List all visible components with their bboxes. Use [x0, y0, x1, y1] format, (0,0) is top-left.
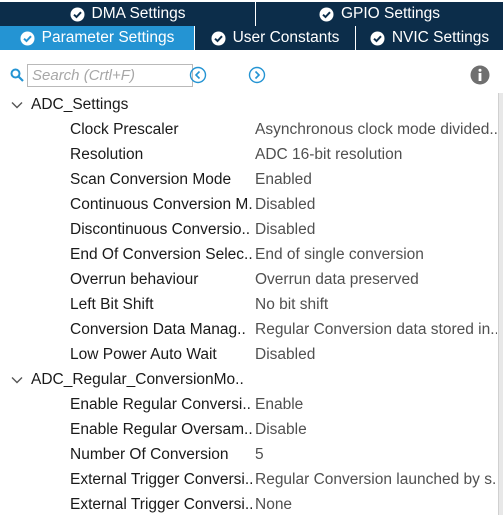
- param-row[interactable]: End Of Conversion Selec.. End of single …: [0, 243, 498, 268]
- param-name: Clock Prescaler: [70, 121, 179, 138]
- group-label: ADC_Settings: [31, 96, 129, 113]
- param-row[interactable]: Number Of Conversion 5: [0, 443, 498, 468]
- param-row[interactable]: Resolution ADC 16-bit resolution: [0, 143, 498, 168]
- tab-label: NVIC Settings: [391, 29, 490, 46]
- param-name: External Trigger Conversi..: [70, 496, 254, 513]
- param-name: Number Of Conversion: [70, 446, 229, 463]
- tab-label: GPIO Settings: [340, 5, 441, 22]
- param-row[interactable]: External Trigger Conversi.. None: [0, 493, 498, 515]
- param-row[interactable]: Low Power Auto Wait Disabled: [0, 343, 498, 368]
- param-name: Discontinuous Conversio..: [70, 221, 251, 238]
- param-name: Overrun behaviour: [70, 271, 199, 288]
- param-value: Disabled: [255, 196, 316, 213]
- param-name: Low Power Auto Wait: [70, 346, 217, 363]
- param-name: Enable Regular Oversam..: [70, 421, 253, 438]
- param-name: Resolution: [70, 146, 144, 163]
- param-value: ADC 16-bit resolution: [255, 146, 403, 163]
- check-circle-icon: [211, 31, 226, 46]
- param-row[interactable]: Enable Regular Conversi.. Enable: [0, 393, 498, 418]
- param-row[interactable]: Left Bit Shift No bit shift: [0, 293, 498, 318]
- param-value: Enable: [255, 396, 304, 413]
- param-name: End Of Conversion Selec..: [70, 246, 253, 263]
- tab-dma-settings[interactable]: DMA Settings: [0, 2, 256, 26]
- chevron-right-circle-icon[interactable]: [248, 66, 266, 84]
- group-row-adc-regular-conversion-mode[interactable]: ADC_Regular_ConversionMo..: [0, 368, 498, 393]
- check-circle-icon: [20, 31, 35, 46]
- check-circle-icon: [70, 7, 85, 22]
- param-value: Regular Conversion launched by s..: [255, 471, 497, 488]
- param-row[interactable]: Overrun behaviour Overrun data preserved: [0, 268, 498, 293]
- param-value: End of single conversion: [255, 246, 424, 263]
- search-icon: [10, 68, 24, 82]
- chevron-left-circle-icon[interactable]: [189, 66, 207, 84]
- param-name: Continuous Conversion M..: [70, 196, 254, 213]
- tab-label: DMA Settings: [91, 5, 186, 22]
- tab-label: User Constants: [232, 29, 340, 46]
- param-value: Disable: [255, 421, 307, 438]
- tab-user-constants[interactable]: User Constants: [195, 26, 356, 50]
- param-row[interactable]: Continuous Conversion M.. Disabled: [0, 193, 498, 218]
- search-input[interactable]: [27, 64, 193, 87]
- chevron-down-icon[interactable]: [10, 98, 24, 112]
- info-icon[interactable]: [470, 65, 490, 85]
- tab-gpio-settings[interactable]: GPIO Settings: [256, 2, 503, 26]
- param-name: Enable Regular Conversi..: [70, 396, 251, 413]
- param-value: Enabled: [255, 171, 312, 188]
- parameter-tree: ADC_Settings Clock Prescaler Asynchronou…: [0, 93, 498, 515]
- tab-row-bottom: Parameter Settings User Constants NVIC S…: [0, 26, 503, 50]
- parameter-configuration-panel: DMA Settings GPIO Settings Parameter Set…: [0, 0, 503, 515]
- check-circle-icon: [319, 7, 334, 22]
- tab-label: Parameter Settings: [41, 29, 175, 46]
- param-value: Disabled: [255, 346, 316, 363]
- param-row[interactable]: Conversion Data Manag.. Regular Conversi…: [0, 318, 498, 343]
- param-value: Asynchronous clock mode divided..: [255, 121, 497, 138]
- param-value: None: [255, 496, 293, 513]
- tab-row-top: DMA Settings GPIO Settings: [0, 2, 503, 26]
- param-value: 5: [255, 446, 264, 463]
- param-row[interactable]: Discontinuous Conversio.. Disabled: [0, 218, 498, 243]
- param-row[interactable]: Clock Prescaler Asynchronous clock mode …: [0, 118, 498, 143]
- param-row[interactable]: Enable Regular Oversam.. Disable: [0, 418, 498, 443]
- param-value: Overrun data preserved: [255, 271, 419, 288]
- param-name: Conversion Data Manag..: [70, 321, 246, 338]
- param-value: Disabled: [255, 221, 316, 238]
- param-name: Left Bit Shift: [70, 296, 154, 313]
- param-row[interactable]: Scan Conversion Mode Enabled: [0, 168, 498, 193]
- tab-nvic-settings[interactable]: NVIC Settings: [356, 26, 503, 50]
- param-value: No bit shift: [255, 296, 329, 313]
- param-name: External Trigger Conversi..: [70, 471, 254, 488]
- group-label: ADC_Regular_ConversionMo..: [31, 371, 244, 388]
- param-row[interactable]: External Trigger Conversi.. Regular Conv…: [0, 468, 498, 493]
- vertical-scrollbar[interactable]: [498, 93, 503, 515]
- param-value: Regular Conversion data stored in..: [255, 321, 497, 338]
- param-name: Scan Conversion Mode: [70, 171, 232, 188]
- group-row-adc-settings[interactable]: ADC_Settings: [0, 93, 498, 118]
- tab-parameter-settings[interactable]: Parameter Settings: [0, 26, 195, 50]
- check-circle-icon: [370, 31, 385, 46]
- chevron-down-icon[interactable]: [10, 373, 24, 387]
